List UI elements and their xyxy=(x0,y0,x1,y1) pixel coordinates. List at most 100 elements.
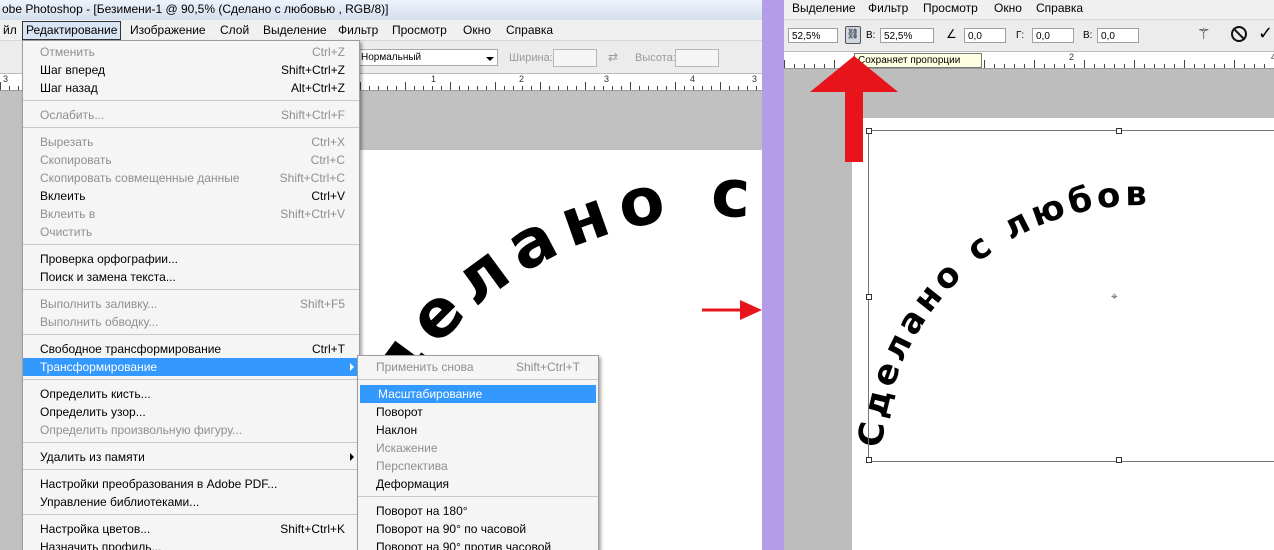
ruler-number: 3 xyxy=(604,74,610,84)
ruler-tick xyxy=(1004,64,1005,68)
menu-item-copy-merged[interactable]: Скопировать совмещенные данные Shift+Ctrl… xyxy=(23,169,359,187)
menu-item-step-forward[interactable]: Шаг вперед Shift+Ctrl+Z xyxy=(23,61,359,79)
angle-field[interactable]: 0,0 xyxy=(964,28,1006,43)
menu-filter[interactable]: Фильтр xyxy=(335,20,381,40)
menu-item-find-replace[interactable]: Поиск и замена текста... xyxy=(23,268,359,286)
menu-item-undo[interactable]: Отменить Ctrl+Z xyxy=(23,43,359,61)
ruler-tick xyxy=(702,86,703,90)
menu-item-label: Поиск и замена текста... xyxy=(40,270,176,284)
menu-item-shortcut: Shift+Ctrl+V xyxy=(280,207,345,221)
menu-item-color-settings[interactable]: Настройка цветов... Shift+Ctrl+K xyxy=(23,520,359,538)
menu-item-label: Поворот на 90° против часовой xyxy=(376,540,552,550)
mode-select[interactable]: Нормальный xyxy=(358,49,498,66)
transform-handle[interactable] xyxy=(866,457,872,463)
menu-item-label: Настройка цветов... xyxy=(40,522,151,536)
reference-point-icon[interactable]: ⌖ xyxy=(1111,289,1118,304)
menu-item-shortcut: Shift+Ctrl+Z xyxy=(280,63,345,77)
menu-item-fill[interactable]: Выполнить заливку... Shift+F5 xyxy=(23,295,359,313)
submenu-item-distort[interactable]: Искажение xyxy=(358,439,598,457)
menu-file[interactable]: йл xyxy=(0,20,20,40)
ruler-tick xyxy=(1164,64,1165,68)
submenu-item-skew[interactable]: Наклон xyxy=(358,421,598,439)
menu-image[interactable]: Изображение xyxy=(127,20,209,40)
ruler-tick xyxy=(396,86,397,90)
transform-handle[interactable] xyxy=(1116,457,1122,463)
menu-item-assign-profile[interactable]: Назначить профиль... xyxy=(23,538,359,550)
menu-item-preset-manager[interactable]: Управление библиотеками... xyxy=(23,493,359,511)
submenu-item-warp[interactable]: Деформация xyxy=(358,475,598,493)
menu-item-label: Наклон xyxy=(376,423,418,437)
swap-icon[interactable]: ⇄ xyxy=(608,50,618,64)
menu-select[interactable]: Выделение xyxy=(789,0,859,19)
menu-item-pdf-presets[interactable]: Настройки преобразования в Adobe PDF... xyxy=(23,475,359,493)
right-screenshot: Выделение Фильтр Просмотр Окно Справка 5… xyxy=(784,0,1274,550)
ruler-tick xyxy=(747,86,748,90)
cancel-transform-icon[interactable] xyxy=(1231,26,1247,42)
submenu-item-scale[interactable]: Масштабирование xyxy=(360,385,596,403)
menu-item-fade[interactable]: Ослабить... Shift+Ctrl+F xyxy=(23,106,359,124)
ruler-tick xyxy=(441,86,442,90)
menu-item-free-transform[interactable]: Свободное трансформирование Ctrl+T xyxy=(23,340,359,358)
menu-view[interactable]: Просмотр xyxy=(389,20,450,40)
menu-item-cut[interactable]: Вырезать Ctrl+X xyxy=(23,133,359,151)
ruler-tick xyxy=(639,86,640,90)
ruler-tick xyxy=(630,82,631,90)
ruler-tick xyxy=(794,64,795,68)
menu-layer[interactable]: Слой xyxy=(217,20,252,40)
menu-item-label: Масштабирование xyxy=(378,387,483,401)
menu-item-paste[interactable]: Вклеить Ctrl+V xyxy=(23,187,359,205)
menu-separator xyxy=(23,127,359,128)
menu-item-spellcheck[interactable]: Проверка орфографии... xyxy=(23,250,359,268)
menu-edit[interactable]: Редактирование xyxy=(22,21,122,40)
menu-item-copy[interactable]: Скопировать Ctrl+C xyxy=(23,151,359,169)
menu-item-purge[interactable]: Удалить из памяти xyxy=(23,448,359,466)
chain-link-icon[interactable]: ⛓ xyxy=(845,26,861,44)
ruler-tick xyxy=(387,86,388,90)
menu-window[interactable]: Окно xyxy=(460,20,494,40)
menu-item-define-brush[interactable]: Определить кисть... xyxy=(23,385,359,403)
menu-item-paste-into[interactable]: Вклеить в Shift+Ctrl+V xyxy=(23,205,359,223)
width-field[interactable] xyxy=(553,49,597,67)
height-field[interactable] xyxy=(675,49,719,67)
menu-select[interactable]: Выделение xyxy=(260,20,330,40)
menu-item-clear[interactable]: Очистить xyxy=(23,223,359,241)
menu-item-step-backward[interactable]: Шаг назад Alt+Ctrl+Z xyxy=(23,79,359,97)
submenu-item-rotate-90-cw[interactable]: Поворот на 90° по часовой xyxy=(358,520,598,538)
commit-transform-icon[interactable]: ✓ xyxy=(1258,23,1273,44)
menu-item-label: Скопировать xyxy=(40,153,112,167)
vertical-skew-field[interactable]: 0,0 xyxy=(1097,28,1139,43)
ruler-tick xyxy=(369,86,370,90)
menu-item-define-shape[interactable]: Определить произвольную фигуру... xyxy=(23,421,359,439)
menu-separator xyxy=(23,442,359,443)
ruler-tick xyxy=(468,86,469,90)
menu-item-shortcut: Ctrl+V xyxy=(311,189,345,203)
submenu-item-again[interactable]: Применить снова Shift+Ctrl+T xyxy=(358,358,598,376)
menu-item-shortcut: Shift+Ctrl+K xyxy=(280,522,345,536)
menu-view[interactable]: Просмотр xyxy=(920,0,981,19)
menu-item-define-pattern[interactable]: Определить узор... xyxy=(23,403,359,421)
transform-handle[interactable] xyxy=(866,294,872,300)
width-percent-field[interactable]: 52,5% xyxy=(788,28,838,43)
warp-mode-icon[interactable]: ⚚ xyxy=(1197,25,1210,43)
submenu-item-perspective[interactable]: Перспектива xyxy=(358,457,598,475)
menu-filter[interactable]: Фильтр xyxy=(865,0,911,19)
submenu-item-rotate-180[interactable]: Поворот на 180° xyxy=(358,502,598,520)
menu-item-stroke[interactable]: Выполнить обводку... xyxy=(23,313,359,331)
ruler-tick xyxy=(1184,60,1185,68)
menu-help[interactable]: Справка xyxy=(503,20,556,40)
ruler-tick xyxy=(1064,64,1065,68)
ruler-tick xyxy=(1194,64,1195,68)
window-title: obe Photoshop - [Безимени-1 @ 90,5% (Сде… xyxy=(0,0,762,20)
menu-window[interactable]: Окно xyxy=(991,0,1025,19)
ruler-tick xyxy=(1244,64,1245,68)
menu-item-label: Ослабить... xyxy=(40,108,105,122)
transform-bounding-box[interactable]: ⌖ xyxy=(866,128,1274,463)
transform-handle[interactable] xyxy=(1116,128,1122,134)
submenu-item-rotate[interactable]: Поворот xyxy=(358,403,598,421)
menu-item-label: Скопировать совмещенные данные xyxy=(40,171,240,185)
submenu-item-rotate-90-ccw[interactable]: Поворот на 90° против часовой xyxy=(358,538,598,550)
horizontal-skew-field[interactable]: 0,0 xyxy=(1032,28,1074,43)
height-percent-field[interactable]: 52,5% xyxy=(880,28,934,43)
menu-item-transform[interactable]: Трансформирование xyxy=(23,358,359,376)
menu-help[interactable]: Справка xyxy=(1033,0,1086,19)
